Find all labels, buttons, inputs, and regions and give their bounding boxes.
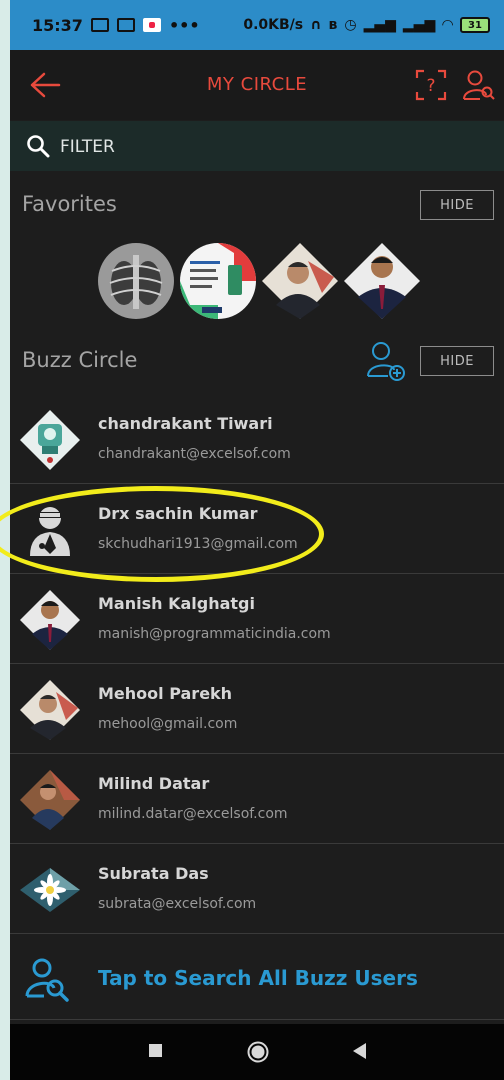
home-circle-icon[interactable] <box>246 1040 270 1064</box>
favorite-avatar-ad[interactable] <box>180 243 256 319</box>
favorites-hide-button[interactable]: HIDE <box>420 190 494 220</box>
notification-icon <box>90 18 109 32</box>
wifi-icon: ◠ <box>442 17 453 33</box>
app-notification-icon <box>142 18 161 32</box>
signal-icon-2: ▂▄▆ <box>402 17 436 33</box>
contact-row[interactable]: Manish Kalghatgi manish@programmaticindi… <box>10 574 504 664</box>
favorites-title: Favorites <box>22 192 117 216</box>
contact-name: Drx sachin Kumar <box>98 504 258 523</box>
search-users-icon <box>25 958 69 1002</box>
contact-row[interactable]: chandrakant Tiwari chandrakant@excelsof.… <box>10 394 504 484</box>
contact-avatar <box>20 680 80 740</box>
app-header: MY CIRCLE ? <box>10 50 504 120</box>
help-scan-icon[interactable]: ? <box>414 68 448 102</box>
contact-email: subrata@excelsof.com <box>98 896 257 912</box>
contact-avatar <box>20 868 80 912</box>
net-speed: 0.0KB/s <box>243 17 304 33</box>
filter-bar <box>10 121 504 171</box>
contact-row[interactable]: Mehool Parekh mehool@gmail.com <box>10 664 504 754</box>
favorite-avatar-xray[interactable] <box>98 243 174 319</box>
more-notifications-icon: ••• <box>168 15 200 35</box>
back-triangle-icon[interactable] <box>350 1040 370 1062</box>
contact-avatar <box>20 410 80 470</box>
favorite-avatar-person-1[interactable] <box>262 243 338 319</box>
status-bar: 15:37 ••• 0.0KB/s ∩ ʙ ◷ ▂▄▆ ▂▄▆ ◠ 31 <box>10 0 504 50</box>
battery-level: 31 <box>468 19 482 31</box>
status-time: 15:37 <box>32 15 83 35</box>
laptop-icon <box>116 18 135 32</box>
app-screen: 15:37 ••• 0.0KB/s ∩ ʙ ◷ ▂▄▆ ▂▄▆ ◠ 31 MY … <box>10 0 504 1080</box>
headphones-icon: ∩ <box>310 17 322 33</box>
search-all-users-row[interactable]: Tap to Search All Buzz Users <box>10 936 504 1020</box>
contact-row[interactable]: Subrata Das subrata@excelsof.com <box>10 844 504 934</box>
contact-row[interactable]: Drx sachin Kumar skchudhari1913@gmail.co… <box>10 484 504 574</box>
filter-input[interactable] <box>58 131 462 163</box>
contact-name: Subrata Das <box>98 864 209 883</box>
contact-email: milind.datar@excelsof.com <box>98 806 288 822</box>
contact-avatar <box>20 590 80 650</box>
contact-email: chandrakant@excelsof.com <box>98 446 291 462</box>
contact-name: Mehool Parekh <box>98 684 233 703</box>
buzz-circle-title: Buzz Circle <box>22 348 138 372</box>
buzz-circle-hide-button[interactable]: HIDE <box>420 346 494 376</box>
contact-name: Milind Datar <box>98 774 210 793</box>
contact-row[interactable]: Milind Datar milind.datar@excelsof.com <box>10 754 504 844</box>
battery-icon: 31 <box>460 17 490 33</box>
svg-text:?: ? <box>426 76 435 96</box>
add-person-icon[interactable] <box>366 340 408 382</box>
alarm-icon: ◷ <box>344 17 357 33</box>
contact-name: Manish Kalghatgi <box>98 594 255 613</box>
user-search-icon[interactable] <box>462 68 496 102</box>
contact-name: chandrakant Tiwari <box>98 414 273 433</box>
contact-avatar-doctor-icon <box>20 500 80 560</box>
contact-email: manish@programmaticindia.com <box>98 626 331 642</box>
contact-avatar <box>20 770 80 830</box>
search-icon <box>27 135 50 158</box>
contact-email: mehool@gmail.com <box>98 716 238 732</box>
search-all-users-label: Tap to Search All Buzz Users <box>98 966 418 990</box>
favorite-avatar-person-2[interactable] <box>344 243 420 319</box>
recents-square-icon[interactable] <box>146 1040 166 1062</box>
bluetooth-icon: ʙ <box>328 17 338 33</box>
android-nav-bar <box>10 1024 504 1080</box>
contact-email: skchudhari1913@gmail.com <box>98 536 298 552</box>
signal-icon: ▂▄▆ <box>363 17 396 33</box>
